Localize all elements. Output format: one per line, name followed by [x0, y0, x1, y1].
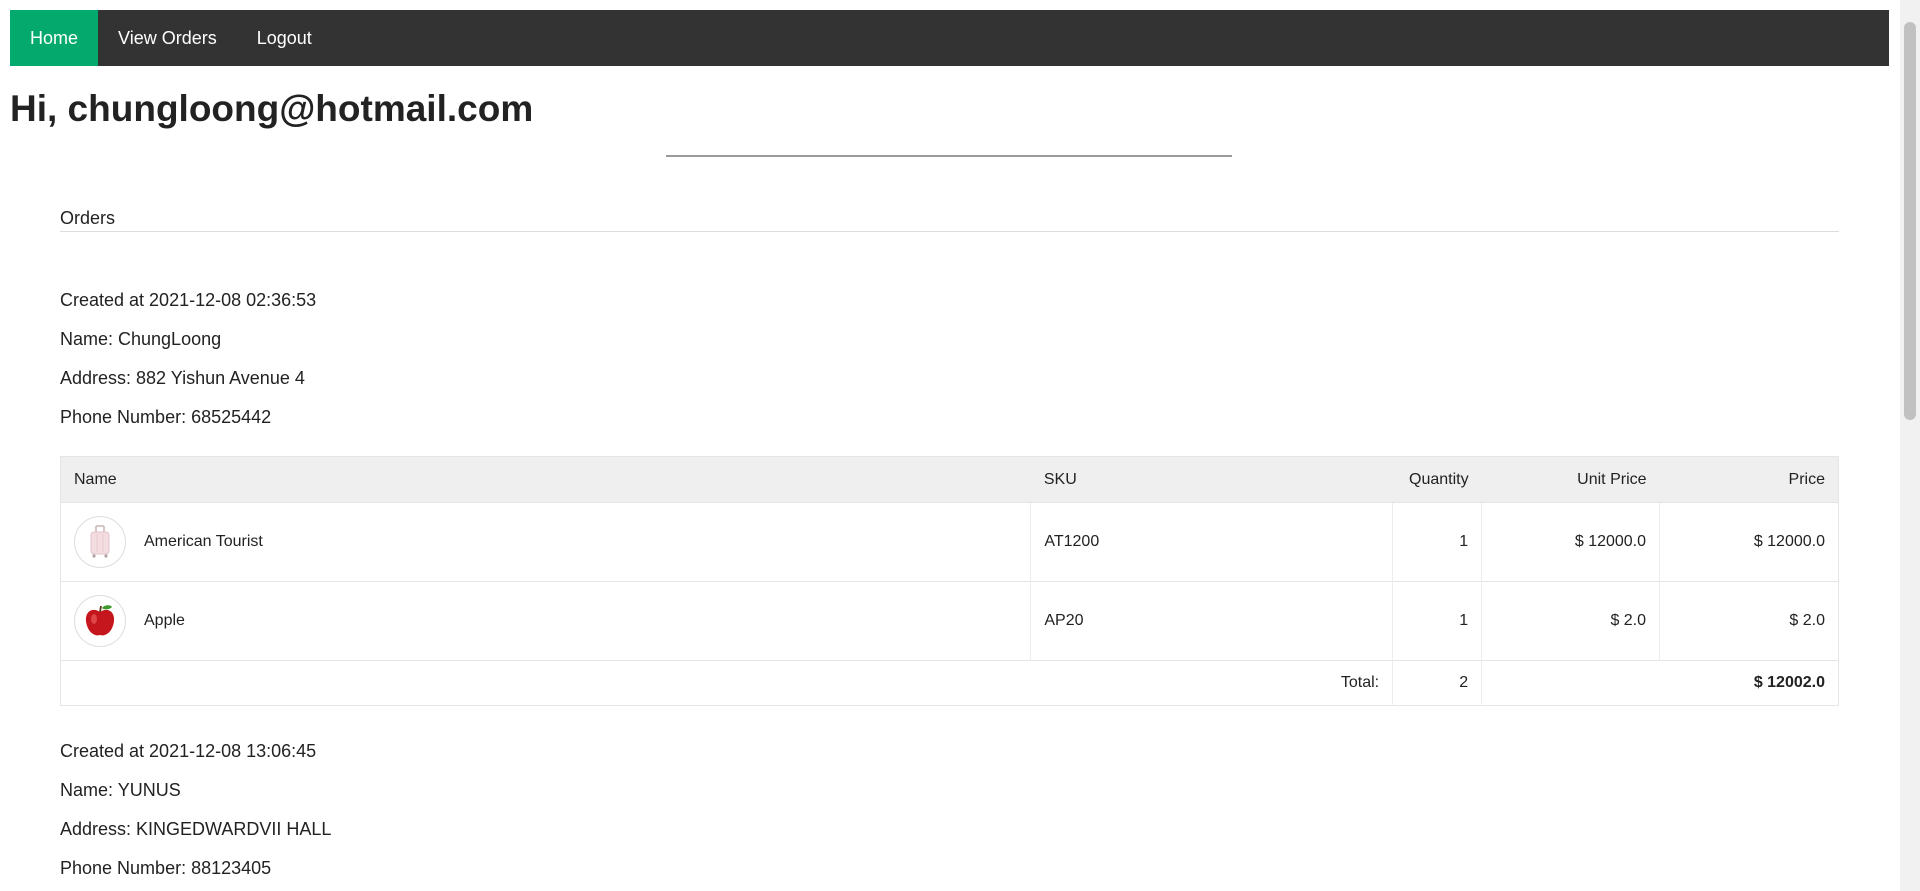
- column-header-sku: SKU: [1030, 456, 1393, 503]
- item-unit-price: $ 12000.0: [1481, 502, 1660, 582]
- scrollbar-thumb[interactable]: [1904, 22, 1916, 420]
- table-row: Apple AP20 1 $ 2.0 $ 2.0: [60, 581, 1839, 661]
- nav-logout-link[interactable]: Logout: [237, 10, 332, 66]
- order-customer-name: Name: YUNUS: [60, 780, 181, 800]
- total-quantity: 2: [1392, 660, 1482, 706]
- luggage-icon: [74, 516, 126, 568]
- total-row: Total: 2 $ 12002.0: [60, 660, 1839, 706]
- divider: [666, 155, 1232, 157]
- item-unit-price: $ 2.0: [1481, 581, 1660, 661]
- top-navbar: Home View Orders Logout: [10, 10, 1889, 66]
- table-header-row: Name SKU Quantity Unit Price Price: [60, 456, 1839, 503]
- total-label: Total:: [60, 660, 1393, 706]
- column-header-price: Price: [1659, 456, 1839, 503]
- column-header-unit-price: Unit Price: [1481, 456, 1660, 503]
- order-address: Address: 882 Yishun Avenue 4: [60, 368, 305, 388]
- nav-home-link[interactable]: Home: [10, 10, 99, 66]
- order-phone: Phone Number: 68525442: [60, 407, 272, 427]
- order-customer-name: Name: ChungLoong: [60, 329, 222, 349]
- column-header-quantity: Quantity: [1392, 456, 1482, 503]
- page: Home View Orders Logout Hi, chungloong@h…: [0, 0, 1920, 891]
- apple-icon: [74, 595, 126, 647]
- orders-content: Orders Created at 2021-12-08 02:36:53 Na…: [60, 200, 1839, 891]
- order-created-at: Created at 2021-12-08 13:06:45: [60, 741, 317, 761]
- item-price: $ 12000.0: [1659, 502, 1839, 582]
- order-phone: Phone Number: 88123405: [60, 858, 272, 878]
- item-name: Apple: [144, 612, 185, 629]
- order-block: Created at 2021-12-08 13:06:45 Name: YUN…: [60, 741, 1839, 891]
- item-name-cell: Apple: [60, 581, 1031, 661]
- column-header-name: Name: [60, 456, 1031, 503]
- order-created-at: Created at 2021-12-08 02:36:53: [60, 290, 317, 310]
- item-name: American Tourist: [144, 533, 263, 550]
- item-name-cell: American Tourist: [60, 502, 1031, 582]
- item-sku: AP20: [1030, 581, 1393, 661]
- item-price: $ 2.0: [1659, 581, 1839, 661]
- greeting-heading: Hi, chungloong@hotmail.com: [10, 88, 534, 129]
- item-quantity: 1: [1392, 502, 1482, 582]
- order-address: Address: KINGEDWARDVII HALL: [60, 819, 332, 839]
- orders-section-title: Orders: [60, 200, 1839, 232]
- order-block: Created at 2021-12-08 02:36:53 Name: Chu…: [60, 290, 1839, 706]
- order-items-table: Name SKU Quantity Unit Price Price Ameri…: [60, 456, 1839, 706]
- vertical-scrollbar[interactable]: [1900, 0, 1920, 891]
- total-price: $ 12002.0: [1481, 660, 1839, 706]
- item-sku: AT1200: [1030, 502, 1393, 582]
- nav-view-orders-link[interactable]: View Orders: [98, 10, 237, 66]
- table-row: American Tourist AT1200 1 $ 12000.0 $ 12…: [60, 502, 1839, 582]
- item-quantity: 1: [1392, 581, 1482, 661]
